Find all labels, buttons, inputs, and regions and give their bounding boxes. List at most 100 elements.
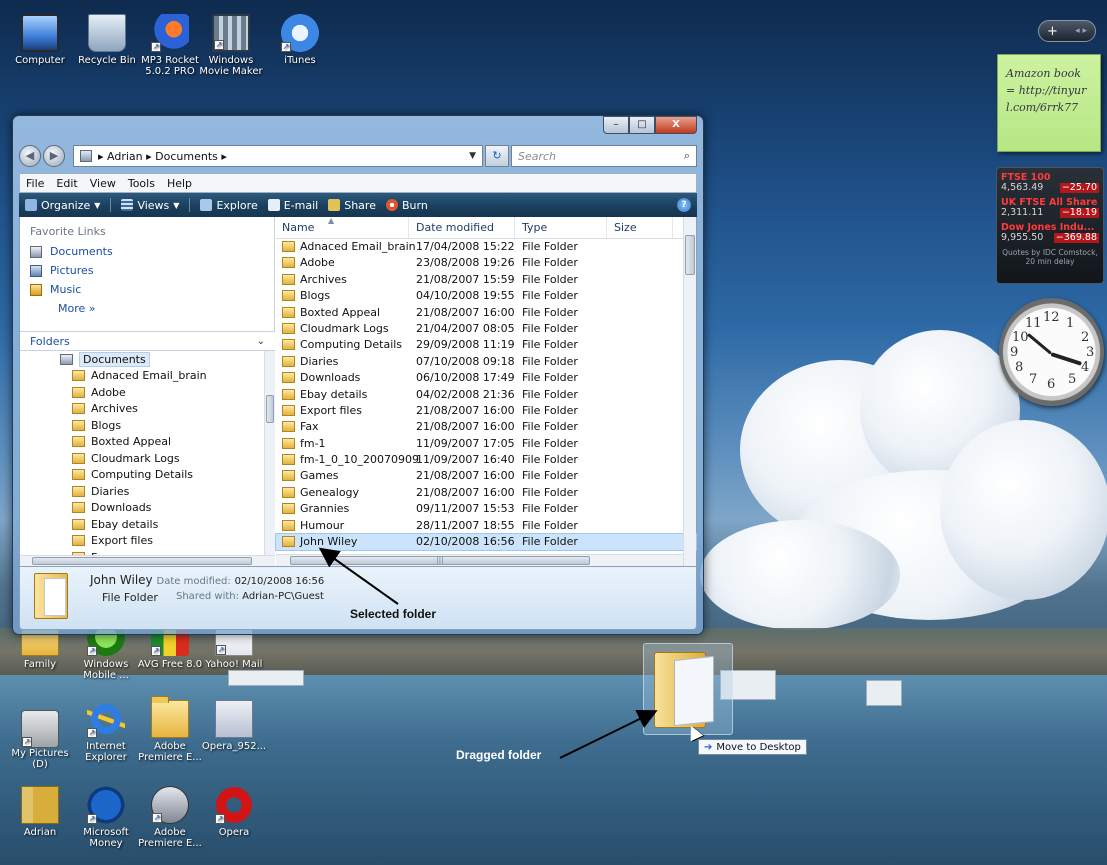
column-size[interactable]: Size: [614, 221, 637, 234]
internet-explorer-icon: ↗: [87, 700, 125, 738]
dragged-folder-ghost[interactable]: [643, 643, 733, 735]
tree-item[interactable]: Export files: [20, 533, 264, 550]
menu-edit[interactable]: Edit: [56, 177, 77, 190]
stocks-gadget[interactable]: FTSE 100 4,563.49 −25.70 UK FTSE All Shar…: [996, 167, 1104, 284]
explore-button[interactable]: Explore: [200, 199, 258, 212]
table-row[interactable]: Boxted Appeal 21/08/2007 16:00 File Folder: [276, 305, 696, 321]
sort-ascending-icon: ▲: [328, 216, 335, 225]
favorite-link-music[interactable]: Music: [20, 280, 274, 299]
scroll-thumb[interactable]: [32, 557, 252, 565]
tree-vertical-scrollbar[interactable]: [264, 351, 275, 556]
folders-header[interactable]: Folders ⌄: [20, 331, 275, 351]
tree-item[interactable]: Blogs: [20, 417, 264, 434]
desktop-icon-internet-explorer[interactable]: ↗ Internet Explorer: [72, 700, 140, 763]
maximize-button[interactable]: □: [629, 116, 655, 134]
table-row[interactable]: Adnaced Email_brain 17/04/2008 15:22 File …: [276, 239, 696, 255]
table-row[interactable]: Humour 28/11/2007 18:55 File Folder: [276, 518, 696, 534]
column-date-modified[interactable]: Date modified: [416, 221, 494, 234]
search-icon[interactable]: ⌕: [684, 149, 690, 163]
table-row[interactable]: Computing Details 29/09/2008 11:19 File Fo…: [276, 337, 696, 353]
table-row[interactable]: Archives 21/08/2007 15:59 File Folder: [276, 272, 696, 288]
refresh-button[interactable]: ↻: [485, 145, 509, 167]
table-row[interactable]: Export files 21/08/2007 16:00 File Folder: [276, 403, 696, 419]
tree-item[interactable]: Adnaced Email_brain: [20, 368, 264, 385]
table-row[interactable]: Grannies 09/11/2007 15:53 File Folder: [276, 501, 696, 517]
menu-tools[interactable]: Tools: [128, 177, 155, 190]
table-row[interactable]: Genealogy 21/08/2007 16:00 File Folder: [276, 485, 696, 501]
minimize-button[interactable]: –: [603, 116, 629, 134]
table-row[interactable]: Fax 21/08/2007 16:00 File Folder: [276, 419, 696, 435]
desktop-icon-itunes[interactable]: ↗ iTunes: [266, 14, 334, 66]
file-list-vertical-scrollbar[interactable]: [683, 217, 696, 566]
stock-item[interactable]: UK FTSE All Share 2,311.11 −18.19: [1001, 198, 1099, 218]
column-type[interactable]: Type: [522, 221, 547, 234]
table-row[interactable]: Downloads 06/10/2008 17:49 File Folder: [276, 370, 696, 386]
desktop-icon-movie-maker[interactable]: ↗ Windows Movie Maker: [197, 14, 265, 77]
favorite-link-documents[interactable]: Documents: [20, 242, 274, 261]
table-row[interactable]: Cloudmark Logs 21/04/2007 08:05 File Folde…: [276, 321, 696, 337]
desktop-icon-adobe-premiere[interactable]: Adobe Premiere E...: [136, 696, 204, 763]
desktop-icon-adrian[interactable]: Adrian: [6, 786, 74, 838]
table-row[interactable]: Games 21/08/2007 16:00 File Folder: [276, 468, 696, 484]
tree-item-documents[interactable]: Documents: [20, 351, 264, 368]
table-row[interactable]: Adobe 23/08/2008 19:26 File Folder: [276, 255, 696, 271]
file-list-horizontal-scrollbar[interactable]: |||: [276, 554, 683, 566]
breadcrumb-adrian[interactable]: Adrian: [107, 150, 143, 163]
scroll-thumb[interactable]: [266, 395, 274, 423]
table-row-selected[interactable]: John Wiley 02/10/2008 16:56 File Folder: [275, 533, 697, 552]
tree-item-label: Export files: [91, 534, 153, 548]
share-button[interactable]: Share: [328, 199, 376, 212]
tree-item[interactable]: Boxted Appeal: [20, 434, 264, 451]
views-button[interactable]: Views ▼: [121, 198, 191, 212]
desktop-icon-microsoft-money[interactable]: ↗ Microsoft Money: [72, 786, 140, 849]
folder-icon: [34, 573, 68, 619]
desktop-icon-opera-installer[interactable]: Opera_952...: [200, 700, 268, 752]
favorite-link-pictures[interactable]: Pictures: [20, 261, 274, 280]
desktop-icon-adobe-premiere-2[interactable]: ↗ Adobe Premiere E...: [136, 786, 204, 849]
table-row[interactable]: Ebay details 04/02/2008 21:36 File Folder: [276, 387, 696, 403]
column-name[interactable]: Name: [282, 221, 314, 234]
table-row[interactable]: Diaries 07/10/2008 09:18 File Folder: [276, 354, 696, 370]
table-row[interactable]: fm-1 11/09/2007 17:05 File Folder: [276, 436, 696, 452]
menu-file[interactable]: File: [26, 177, 44, 190]
organize-button[interactable]: Organize ▼: [25, 198, 112, 212]
desktop-icon-mp3-rocket[interactable]: ↗ MP3 Rocket 5.0.2 PRO: [136, 14, 204, 77]
tree-item[interactable]: Cloudmark Logs: [20, 450, 264, 467]
menu-view[interactable]: View: [90, 177, 116, 190]
add-gadget-button[interactable]: +: [1047, 24, 1058, 39]
breadcrumb-documents[interactable]: Documents: [155, 150, 218, 163]
search-input[interactable]: Search ⌕: [511, 145, 697, 167]
tree-item[interactable]: Downloads: [20, 500, 264, 517]
table-row[interactable]: fm-1_0_10_20070909 11/09/2007 16:40 File F…: [276, 452, 696, 468]
tree-horizontal-scrollbar[interactable]: [20, 555, 275, 566]
burn-button[interactable]: Burn: [385, 199, 428, 212]
sticky-note-gadget[interactable]: Amazon book = http://tinyurl.com/6rrk77: [997, 54, 1101, 152]
close-button[interactable]: X: [655, 116, 697, 134]
tree-item[interactable]: Computing Details: [20, 467, 264, 484]
tree-item-label: Downloads: [91, 501, 152, 515]
help-icon[interactable]: ?: [677, 198, 691, 212]
forward-button[interactable]: ▶: [43, 145, 65, 167]
clock-gadget[interactable]: 12 1 2 3 4 5 6 7 8 9 10 11: [999, 298, 1104, 406]
stock-item[interactable]: FTSE 100 4,563.49 −25.70: [1001, 173, 1099, 193]
menu-help[interactable]: Help: [167, 177, 192, 190]
back-button[interactable]: ◀: [19, 145, 41, 167]
chevron-down-icon[interactable]: ▼: [469, 151, 476, 161]
tree-item[interactable]: Adobe: [20, 384, 264, 401]
tree-item[interactable]: Ebay details: [20, 516, 264, 533]
desktop-icon-label: Recycle Bin: [78, 55, 136, 66]
gadget-nav-button[interactable]: ◂ ▸: [1075, 26, 1087, 36]
tree-item[interactable]: Diaries: [20, 483, 264, 500]
email-button[interactable]: E-mail: [267, 199, 318, 212]
address-bar[interactable]: ▸ Adrian ▸ Documents ▸ ▼: [73, 145, 483, 167]
desktop-icon-computer[interactable]: Computer: [6, 14, 74, 66]
tree-item[interactable]: Archives: [20, 401, 264, 418]
more-links-button[interactable]: More »: [20, 299, 274, 315]
table-row[interactable]: Blogs 04/10/2008 19:55 File Folder: [276, 288, 696, 304]
desktop-icon-recycle-bin[interactable]: Recycle Bin: [73, 14, 141, 66]
scroll-thumb[interactable]: |||: [290, 556, 590, 565]
stock-item[interactable]: Dow Jones Indu... 9,955.50 −369.88: [1001, 223, 1099, 243]
desktop-icon-my-pictures[interactable]: ↗ My Pictures (D): [6, 700, 74, 770]
desktop-icon-opera[interactable]: ↗ Opera: [200, 786, 268, 838]
scroll-thumb[interactable]: [685, 235, 695, 275]
